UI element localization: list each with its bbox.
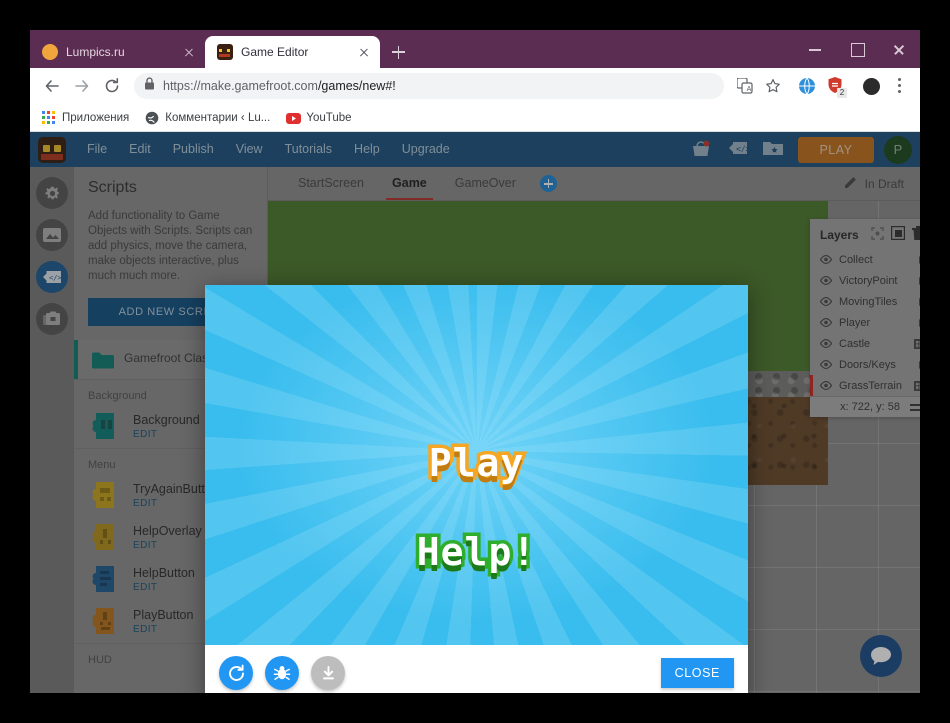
comments-icon	[145, 111, 159, 125]
preview-toolbar: CLOSE	[205, 645, 748, 693]
chrome-menu-icon[interactable]	[886, 73, 912, 99]
bug-icon[interactable]	[265, 656, 299, 690]
download-icon	[311, 656, 345, 690]
translate-icon[interactable]: A	[732, 73, 758, 99]
bookmark-label: Комментарии ‹ Lu...	[165, 111, 271, 124]
forward-arrow-icon[interactable]	[68, 72, 96, 100]
game-preview-modal: Play Help! CLOSE	[205, 285, 748, 693]
bookmark-star-icon[interactable]	[760, 73, 786, 99]
back-arrow-icon[interactable]	[38, 72, 66, 100]
browser-toolbar: https://make.gamefroot.com/games/new#! A…	[30, 68, 920, 104]
window-close-button[interactable]	[878, 30, 920, 68]
reload-arrow-icon[interactable]	[98, 72, 126, 100]
lumpics-favicon	[42, 44, 58, 60]
maximize-button[interactable]	[836, 30, 878, 68]
bookmarks-bar: Приложения Комментарии ‹ Lu... YouTube	[30, 104, 920, 132]
game-preview-stage[interactable]: Play Help!	[205, 285, 748, 645]
gamefroot-favicon	[217, 44, 233, 60]
browser-tabstrip: Lumpics.ru Game Editor	[30, 30, 920, 68]
play-word[interactable]: Play	[425, 441, 526, 486]
address-bar-url: https://make.gamefroot.com/games/new#!	[163, 79, 396, 93]
youtube-icon	[286, 111, 302, 125]
globe-extension-icon[interactable]	[794, 73, 820, 99]
refresh-icon[interactable]	[219, 656, 253, 690]
apps-grid-icon	[42, 110, 56, 125]
address-bar[interactable]: https://make.gamefroot.com/games/new#!	[134, 73, 724, 99]
shield-extension-icon[interactable]: 2	[822, 73, 848, 99]
browser-window: Lumpics.ru Game Editor https://make.game…	[30, 30, 920, 693]
window-controls	[794, 30, 920, 68]
close-icon[interactable]	[181, 44, 197, 60]
tab-title: Lumpics.ru	[66, 45, 125, 59]
close-button[interactable]: CLOSE	[660, 658, 734, 688]
browser-tab-game-editor[interactable]: Game Editor	[205, 36, 380, 68]
bookmark-comments[interactable]: Комментарии ‹ Lu...	[145, 111, 270, 125]
bookmark-apps[interactable]: Приложения	[42, 110, 130, 125]
tab-title: Game Editor	[241, 45, 309, 59]
svg-text:A: A	[747, 86, 752, 93]
lock-icon	[144, 77, 155, 95]
bookmark-label: Приложения	[62, 111, 130, 124]
bookmark-label: YouTube	[306, 111, 352, 124]
minimize-button[interactable]	[794, 30, 836, 68]
bookmark-youtube[interactable]: YouTube	[286, 111, 352, 125]
close-icon[interactable]	[356, 44, 372, 60]
new-tab-button[interactable]	[384, 38, 412, 66]
profile-avatar[interactable]	[858, 73, 884, 99]
gamefroot-app: File Edit Publish View Tutorials Help Up…	[30, 132, 920, 693]
help-word[interactable]: Help!	[413, 530, 538, 575]
browser-tab-lumpics[interactable]: Lumpics.ru	[30, 36, 205, 68]
shield-badge: 2	[837, 88, 847, 98]
